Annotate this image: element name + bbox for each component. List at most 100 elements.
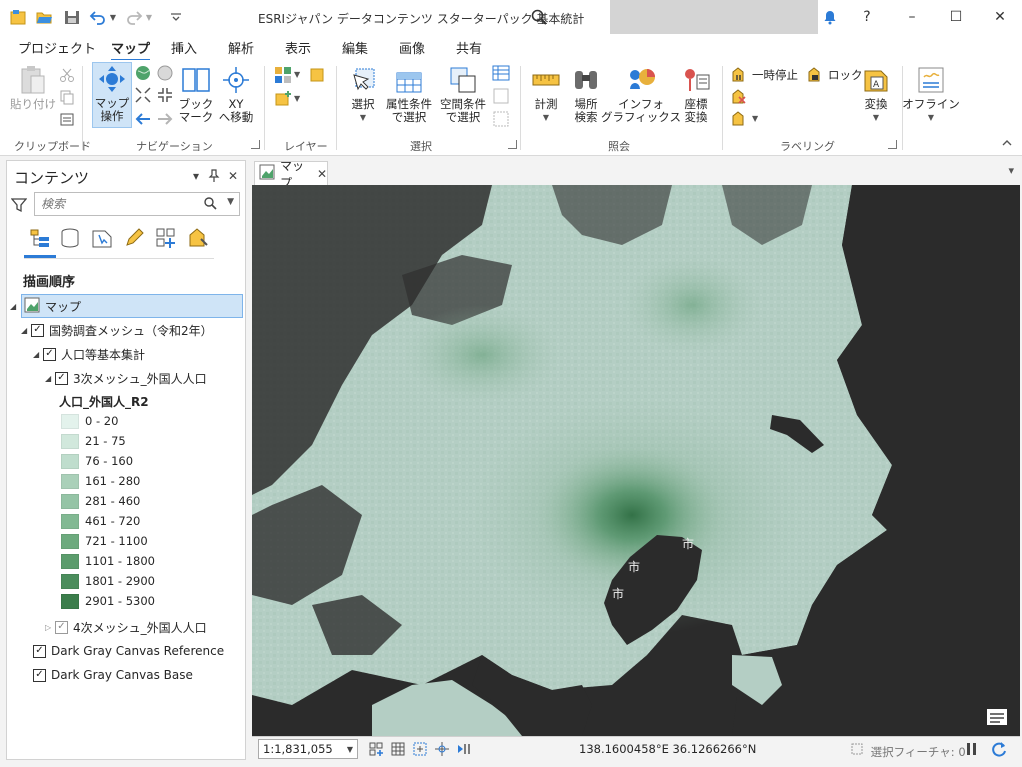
pin-pane-icon[interactable] [208,169,220,185]
tab-project[interactable]: プロジェクト [18,38,96,57]
full-extent-icon[interactable] [134,64,152,82]
legend-class-row[interactable]: 21 - 75 [61,431,126,451]
tab-insert[interactable]: 挿入 [171,38,197,57]
scale-dropdown-icon[interactable]: ▼ [347,745,353,754]
close-button[interactable]: ✕ [978,0,1022,34]
redo-icon[interactable] [124,7,144,27]
undo-dropdown-icon[interactable]: ▼ [108,7,118,27]
help-button[interactable]: ? [845,0,889,34]
lock-labels-button[interactable]: ロック [806,66,863,84]
minimize-button[interactable]: – [890,0,934,34]
pane-options-chevron-icon[interactable]: ▾ [193,169,199,183]
list-by-editing-icon[interactable] [121,225,147,251]
maximize-button[interactable]: ☐ [934,0,978,34]
expand-triangle-icon[interactable]: ▷ [45,623,55,632]
visibility-checkbox[interactable]: ✓ [33,644,46,658]
selection-dialog-launcher[interactable] [508,140,517,149]
list-by-drawing-order-icon[interactable] [27,225,53,251]
tree-item-pop-group[interactable]: ◢ ✓ 人口等基本集計 [33,343,145,365]
new-project-icon[interactable] [8,7,28,27]
list-by-source-icon[interactable] [57,225,83,251]
select-button[interactable]: 選択 ▼ [342,64,384,124]
label-priority-icon[interactable] [730,110,748,128]
refresh-icon[interactable] [990,741,1006,757]
grid-icon[interactable] [390,741,406,757]
visibility-checkbox[interactable]: ✓ [33,668,46,682]
navigation-dialog-launcher[interactable] [251,140,260,149]
legend-class-row[interactable]: 1801 - 2900 [61,571,155,591]
legend-class-row[interactable]: 281 - 460 [61,491,140,511]
tab-share[interactable]: 共有 [456,38,482,57]
locate-button[interactable]: 場所 検索 [566,64,606,124]
goto-xy-button[interactable]: XY へ移動 [216,64,256,124]
previous-extent-globe-icon[interactable] [156,64,174,82]
clear-selection-icon[interactable] [492,87,510,105]
paste-button[interactable]: 貼り付け [10,64,56,111]
list-by-selection-icon[interactable] [89,225,115,251]
offline-button[interactable]: オフライン ▼ [902,64,960,124]
collapse-triangle-icon[interactable]: ◢ [21,326,31,335]
legend-class-row[interactable]: 0 - 20 [61,411,118,431]
tab-map[interactable]: マップ [111,38,151,62]
list-by-labeling-icon[interactable] [185,225,211,251]
snapping-icon[interactable] [368,741,384,757]
copy-path-icon[interactable] [58,110,76,128]
tree-item-map[interactable]: ◢ マップ [10,294,243,318]
constraint-icon[interactable] [412,741,428,757]
open-project-icon[interactable] [34,7,54,27]
tree-item-reference-layer[interactable]: ✓ Dark Gray Canvas Reference [33,640,224,662]
tab-edit[interactable]: 編集 [342,38,368,57]
legend-class-row[interactable]: 721 - 1100 [61,531,148,551]
convert-labels-button[interactable]: A 変換 ▼ [856,64,896,124]
contents-search-field[interactable]: ▼ [34,192,240,216]
command-search-icon[interactable] [530,8,548,26]
select-by-attributes-button[interactable]: 属性条件 で選択 [384,64,434,124]
search-input[interactable] [41,193,201,215]
legend-class-row[interactable]: 76 - 160 [61,451,133,471]
add-preset-icon[interactable] [274,90,292,108]
fixed-zoom-out-icon[interactable] [156,86,174,104]
tab-imagery[interactable]: 画像 [399,38,425,57]
infographics-button[interactable]: インフォ グラフィックス [601,64,681,124]
map-legend-panel-icon[interactable] [986,708,1008,726]
selected-features-count[interactable]: 選択フィーチャ: 0 [850,742,966,760]
search-icon[interactable] [203,196,217,213]
legend-class-row[interactable]: 1101 - 1800 [61,551,155,571]
copy-icon[interactable] [58,88,76,106]
collapse-triangle-icon[interactable]: ◢ [33,350,43,359]
back-arrow-icon[interactable] [134,110,152,128]
tab-analysis[interactable]: 解析 [228,38,254,57]
zoom-to-selection-icon[interactable] [492,110,510,128]
basemap-icon[interactable] [274,66,292,84]
undo-icon[interactable] [88,7,108,27]
convert-coordinates-button[interactable]: 座標 変換 [676,64,716,124]
explore-button[interactable]: マップ 操作 [92,62,132,128]
forward-arrow-icon[interactable] [156,110,174,128]
filter-icon[interactable] [10,197,28,216]
view-list-chevron-icon[interactable]: ▾ [1008,164,1014,177]
add-data-icon[interactable] [308,66,326,84]
save-icon[interactable] [62,7,82,27]
measure-button[interactable]: 計測 ▼ [526,64,566,124]
tree-item-mesh4-layer[interactable]: ▷ ✓ 4次メッシュ_外国人人口 [45,616,207,638]
close-map-tab-icon[interactable]: ✕ [317,167,327,181]
correction-icon[interactable] [434,741,450,757]
redo-dropdown-icon[interactable]: ▼ [144,7,154,27]
tree-item-census-group[interactable]: ◢ ✓ 国勢調査メッシュ（令和2年） [21,319,213,341]
visibility-checkbox[interactable]: ✓ [55,371,68,385]
search-options-chevron-icon[interactable]: ▼ [227,197,234,207]
attributes-icon[interactable] [492,64,510,82]
visibility-checkbox[interactable]: ✓ [55,620,68,634]
scale-selector[interactable]: 1:1,831,055 ▼ [258,739,358,759]
legend-class-row[interactable]: 161 - 280 [61,471,140,491]
collapse-triangle-icon[interactable]: ◢ [45,374,55,383]
collapse-ribbon-icon[interactable] [998,134,1016,152]
tab-map-view[interactable]: マップ ✕ [254,159,328,190]
list-by-snapping-icon[interactable] [153,225,179,251]
bookmarks-button[interactable]: ブック マーク [176,64,216,124]
tree-item-base-layer[interactable]: ✓ Dark Gray Canvas Base [33,664,193,686]
pause-labels-button[interactable]: 一時停止 [730,66,798,84]
pause-drawing-icon[interactable] [964,741,980,757]
unplaced-labels-icon[interactable] [730,88,748,106]
map-canvas[interactable]: 市 市 市 [252,185,1020,736]
